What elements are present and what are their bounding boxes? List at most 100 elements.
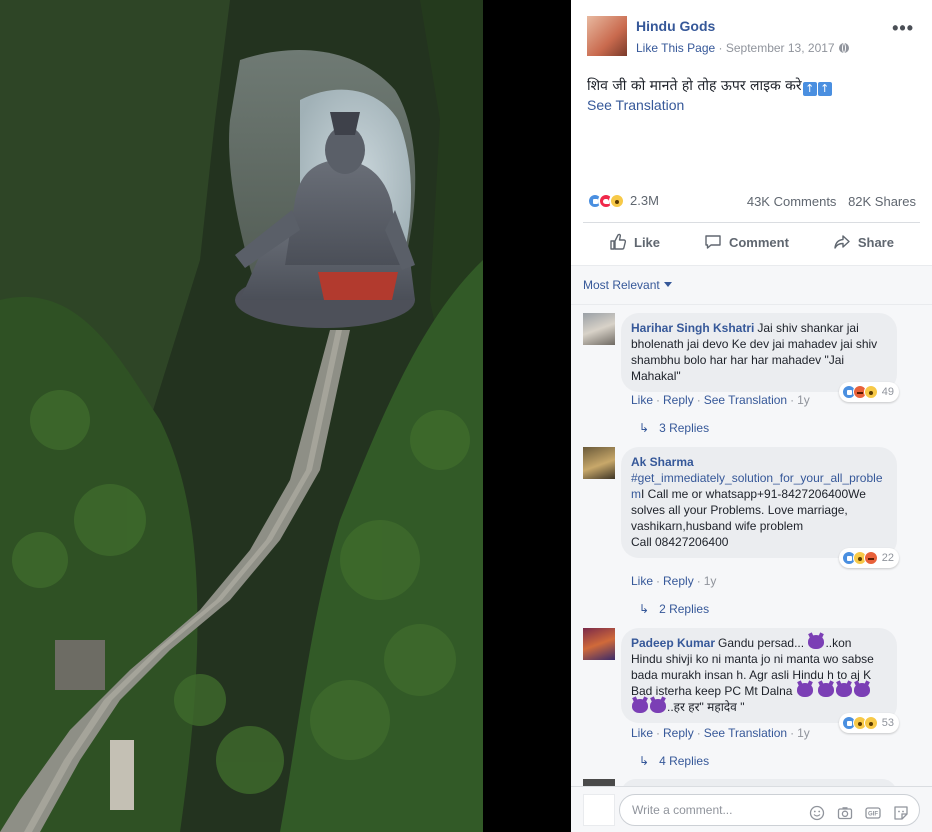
gif-icon[interactable]: GIF [865, 802, 881, 819]
commenter-avatar[interactable] [583, 447, 615, 479]
replies-label: 4 Replies [659, 754, 710, 768]
post-panel: Hindu Gods Like This Page · September 13… [571, 0, 932, 832]
like-button-label: Like [634, 234, 661, 250]
svg-text:GIF: GIF [868, 812, 878, 818]
sort-label: Most Relevant [583, 278, 660, 292]
view-replies-link[interactable]: ↳ 4 Replies [639, 754, 709, 768]
up-arrow-icon: ↑ [802, 82, 817, 96]
share-arrow-icon [834, 235, 850, 249]
comment-author[interactable]: Harihar Singh Kshatri [631, 321, 754, 335]
comment-bubble: Ak Sharma #get_immediately_solution_for_… [621, 447, 899, 568]
post-text: शिव जी को मानते हो तोह ऊपर लाइक करे ↑ ↑ [587, 76, 920, 96]
sort-dropdown[interactable]: Most Relevant [583, 278, 672, 292]
devil-emoji-icon [650, 699, 666, 713]
comment-meta: Like · Reply · See Translation · 1y [631, 393, 810, 407]
write-comment-bar: Write a comment... GIF [571, 786, 932, 832]
comment-author[interactable]: Padeep Kumar [631, 636, 715, 650]
reply-arrow-icon: ↳ [639, 754, 650, 768]
comment-time[interactable]: 1y [797, 726, 810, 740]
comment-reaction-count: 49 [881, 386, 894, 398]
current-user-avatar [583, 794, 615, 826]
view-replies-link[interactable]: ↳ 2 Replies [639, 602, 709, 616]
share-button[interactable]: Share [833, 227, 894, 257]
commenter-avatar[interactable] [583, 313, 615, 345]
shares-count[interactable]: 82K Shares [848, 194, 916, 209]
like-button[interactable]: Like [609, 227, 660, 257]
reaction-count[interactable]: 2.3M [630, 193, 659, 208]
replies-label: 2 Replies [659, 602, 710, 616]
devil-emoji-icon [818, 683, 835, 697]
comment-meta: Like · Reply · See Translation · 1y [631, 726, 810, 740]
comment-like-link[interactable]: Like [631, 726, 653, 740]
post-meta: Like This Page · September 13, 2017 [636, 41, 849, 55]
comment-time[interactable]: 1y [704, 574, 717, 588]
globe-icon [838, 43, 849, 53]
comment-reply-link[interactable]: Reply [663, 574, 694, 588]
page-avatar[interactable] [587, 16, 627, 56]
comment-reactions[interactable]: 53 [838, 713, 899, 733]
reply-arrow-icon: ↳ [639, 421, 650, 435]
comment-author[interactable]: Ak Sharma [631, 454, 882, 470]
comment-like-link[interactable]: Like [631, 574, 653, 588]
reaction-summary[interactable]: 2.3M [587, 192, 659, 209]
comment-time[interactable]: 1y [797, 393, 810, 407]
devil-emoji-icon [854, 683, 871, 697]
post-header: Hindu Gods Like This Page · September 13… [587, 16, 920, 60]
comment-reply-link[interactable]: Reply [663, 393, 694, 407]
comment-reaction-count: 53 [881, 717, 894, 729]
comment-like-link[interactable]: Like [631, 393, 653, 407]
sticker-icon[interactable] [893, 802, 909, 820]
divider [583, 222, 920, 223]
comment-input-tools: GIF [797, 795, 909, 825]
devil-emoji-icon [632, 699, 648, 713]
meta-separator: · [715, 41, 726, 55]
angry-reaction-icon [863, 551, 878, 565]
post-date[interactable]: September 13, 2017 [726, 41, 835, 55]
photo-viewer [0, 0, 571, 832]
comments-count[interactable]: 43K Comments [747, 194, 837, 209]
post-text-body: शिव जी को मानते हो तोह ऊपर लाइक करे [587, 78, 802, 94]
thumbs-up-icon [610, 233, 627, 250]
comment-text: I Call me or whatsapp+91-8427206400We so… [631, 487, 866, 533]
comment-see-translation-link[interactable]: See Translation [704, 393, 787, 407]
comment-button-label: Comment [728, 234, 789, 250]
up-arrow-icon: ↑ [817, 82, 832, 96]
commenter-avatar[interactable] [583, 628, 615, 660]
more-options-icon[interactable]: ••• [892, 18, 914, 39]
commenter-avatar[interactable] [583, 779, 615, 786]
post-stats: 2.3M 43K Comments 82K Shares [587, 192, 916, 212]
devil-emoji-icon [796, 683, 813, 697]
post-photo[interactable] [0, 0, 483, 832]
see-translation-link[interactable]: See Translation [587, 97, 684, 113]
smiley-icon[interactable] [809, 802, 825, 821]
comment-text-c: ..हर हर" महादेव " [667, 700, 745, 714]
comment-reply-link[interactable]: Reply [663, 726, 694, 740]
comment-sort-bar: Most Relevant [571, 265, 932, 305]
comment-button[interactable]: Comment [704, 227, 789, 257]
like-page-link[interactable]: Like This Page [636, 41, 715, 55]
devil-emoji-icon [836, 683, 853, 697]
camera-icon[interactable] [837, 802, 853, 820]
page-name-link[interactable]: Hindu Gods [636, 18, 715, 34]
comment-bubble: Padeep Kumar Gandu persad... ..kon Hindu … [621, 628, 899, 733]
reply-arrow-icon: ↳ [639, 602, 650, 616]
chevron-down-icon [663, 282, 672, 287]
comment-reactions[interactable]: 49 [838, 382, 899, 402]
comment-bubble: Harihar Singh Kshatri Jai shiv shankar ja… [621, 313, 899, 402]
devil-emoji-icon [808, 635, 825, 649]
comment-see-translation-link[interactable]: See Translation [704, 726, 787, 740]
post-actions: Like Comment Share [583, 227, 920, 257]
wow-reaction-icon [609, 192, 625, 209]
comment-input[interactable]: Write a comment... GIF [619, 794, 920, 826]
comment-reaction-count: 22 [881, 552, 894, 564]
comment-text-a: Gandu persad... [718, 636, 805, 650]
wow-reaction-icon [863, 716, 878, 730]
comment-input-placeholder: Write a comment... [632, 803, 733, 817]
speech-bubble-icon [705, 235, 721, 249]
comment-meta: Like · Reply · 1y [631, 574, 717, 588]
comment-reactions[interactable]: 22 [838, 548, 899, 568]
view-replies-link[interactable]: ↳ 3 Replies [639, 421, 709, 435]
wow-reaction-icon [863, 385, 878, 399]
comment-list: Harihar Singh Kshatri Jai shiv shankar ja… [571, 305, 932, 786]
share-button-label: Share [857, 234, 894, 250]
